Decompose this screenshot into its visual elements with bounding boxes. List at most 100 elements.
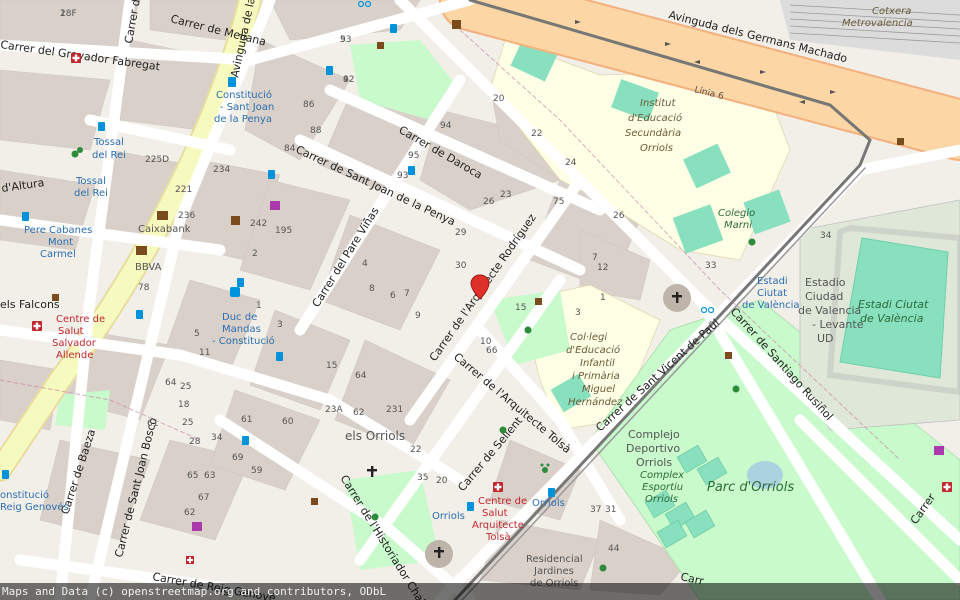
svg-text:Col·legi: Col·legi [570,332,607,343]
house-number: 66 [486,346,498,356]
house-number: 2 [252,249,258,259]
house-number: 25 [180,382,191,392]
hospital-icon [32,321,42,331]
hospital-icon [942,482,952,492]
constitucio-sj-stop-label: Constitució - Sant Joan de la Penya [214,89,274,125]
house-number: 7 [592,253,598,263]
house-number: 44 [608,544,620,554]
svg-text:de Valencia: de Valencia [798,304,861,317]
svg-text:Salut: Salut [58,326,84,337]
metrovalencia-label: Metrovalencia [842,18,913,29]
house-number: 88 [310,126,322,136]
tossal-stop-label-2: Tossal del Rei [74,176,108,199]
house-number: 94 [440,121,452,131]
svg-text:- Constitució: - Constitució [212,335,275,347]
svg-text:Miguel: Miguel [582,384,615,395]
svg-text:Complejo: Complejo [628,428,680,441]
house-number: 23A [325,405,343,415]
orriols-stop-label: Orriols [432,511,465,522]
house-number: 22 [410,445,421,455]
svg-text:Tossal: Tossal [75,176,106,187]
duc-mandas-stop-label: Duc de Mandas - Constitució [212,312,275,347]
house-number: 62 [353,408,364,418]
svg-text:Hernández: Hernández [568,396,623,408]
location-marker-icon[interactable] [470,274,490,300]
svg-text:- Levante: - Levante [812,318,864,331]
house-number: 5 [194,329,200,339]
svg-text:d'Educació: d'Educació [566,344,620,356]
svg-text:Estadi: Estadi [757,276,788,287]
svg-text:Carmel: Carmel [40,249,76,260]
estadi-pitch-label: Estadi Ciutat de València [858,298,929,325]
hospital-icon [71,53,81,63]
svg-text:Centre de: Centre de [478,496,527,507]
svg-text:Colegio: Colegio [718,208,755,219]
house-number: 78 [138,283,150,293]
house-number: 35 [417,473,428,483]
district-orriols: els Orriols [345,429,405,443]
svg-text:de València: de València [860,312,924,325]
house-number: 67 [198,493,209,503]
house-number: 23 [500,190,511,200]
svg-text:onstitució: onstitució [0,489,49,501]
svg-text:Infantil: Infantil [580,358,615,369]
svg-text:Orriols: Orriols [640,143,673,154]
house-number: 242 [250,219,267,229]
bbva-label: BBVA [135,262,162,273]
map-canvas[interactable]: Carrer del Gravador Fabregat Carrer del … [0,0,960,600]
house-number: 61 [147,419,158,429]
svg-text:d'Educació: d'Educació [628,112,682,124]
svg-text:de València: de València [742,299,800,311]
street-falcons: els Falcons [0,298,60,311]
house-number: 18 [178,400,190,410]
house-number: 231 [386,405,403,415]
house-number: 22 [531,129,542,139]
svg-text:Duc de: Duc de [222,312,257,323]
svg-text:Orriols: Orriols [645,494,678,505]
house-number: 64 [165,378,177,388]
parc-orriols-label: Parc d'Orriols [707,480,794,495]
house-number: 15 [326,361,337,371]
house-number: 84 [284,144,296,154]
house-number: 33 [705,261,716,271]
house-number: 93 [397,171,408,181]
svg-text:del Rei: del Rei [74,188,108,199]
svg-text:i Primària: i Primària [572,370,620,382]
svg-text:Centre de: Centre de [56,314,105,325]
house-number: 3 [277,320,283,330]
svg-text:Ciutat: Ciutat [757,288,787,299]
house-number: 4 [343,75,349,85]
house-number: 7 [404,289,410,299]
house-number: 225D [145,155,169,165]
colegio-label: Colegio Marni [718,208,755,231]
svg-text:Institut: Institut [640,98,676,109]
house-number: 28 [189,437,201,447]
svg-text:Pere Cabanes: Pere Cabanes [24,225,92,236]
svg-text:Arquitecte: Arquitecte [472,520,524,531]
house-number: 69 [232,453,244,463]
svg-text:Mont: Mont [48,237,73,248]
house-number: 31 [605,505,616,515]
pharmacy-icon [186,556,194,564]
house-number: 8 [369,284,375,294]
house-number: 6 [390,291,396,301]
house-number: 10 [480,337,492,347]
svg-text:Estadi Ciutat: Estadi Ciutat [858,298,929,311]
house-number: 37 [590,505,601,515]
house-number: 3 [575,308,581,318]
house-number: 25 [182,418,193,428]
house-number: 95 [408,151,419,161]
house-number: 234 [213,165,230,175]
house-number: 59 [251,466,263,476]
svg-text:del Rei: del Rei [92,150,126,161]
house-number: 29 [455,228,467,238]
svg-text:Residencial: Residencial [526,554,583,565]
house-number: 34 [211,433,223,443]
house-number: 24 [565,158,577,168]
svg-text:Ciudad: Ciudad [805,290,843,303]
house-number: 86 [303,100,315,110]
orriols-stop-label-2: Orriols [532,498,565,509]
house-number: 9 [415,311,421,321]
house-number: 61 [241,415,252,425]
svg-text:Complex: Complex [640,470,684,481]
